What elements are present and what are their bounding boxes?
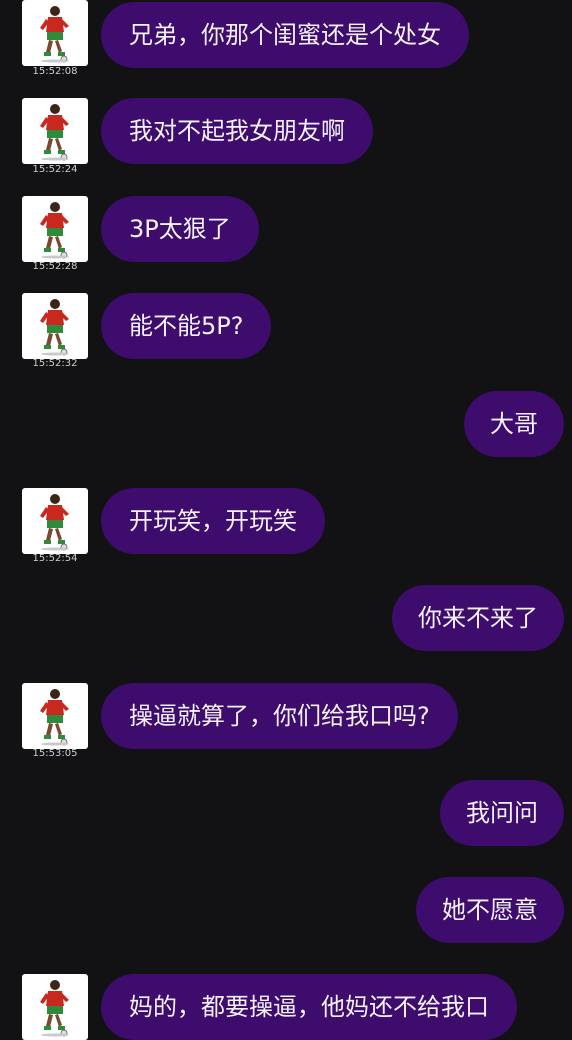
message-bubble[interactable]: 你来不来了 [392, 585, 564, 651]
message-bubble[interactable]: 大哥 [464, 391, 564, 457]
message-timestamp: 15:53:05 [32, 748, 78, 759]
soccer-player-icon [40, 980, 69, 1037]
avatar[interactable] [22, 0, 88, 66]
message-bubble[interactable]: 她不愿意 [416, 877, 564, 943]
avatar[interactable] [22, 196, 88, 262]
message-bubble[interactable]: 开玩笑，开玩笑 [101, 488, 325, 554]
message-bubble[interactable]: 能不能5P? [101, 293, 272, 359]
avatar[interactable] [22, 974, 88, 1040]
avatar[interactable] [22, 488, 88, 554]
avatar[interactable] [22, 98, 88, 164]
message-timestamp: 15:52:08 [32, 66, 78, 77]
avatar[interactable] [22, 293, 88, 359]
message-bubble[interactable]: 妈的，都要操逼，他妈还不给我口 [101, 974, 517, 1040]
soccer-player-icon [40, 104, 69, 161]
message-bubble[interactable]: 3P太狠了 [101, 196, 259, 262]
message-timestamp: 15:52:28 [32, 261, 78, 272]
soccer-player-icon [40, 202, 69, 259]
avatar[interactable] [22, 683, 88, 749]
soccer-player-icon [40, 6, 69, 63]
message-timestamp: 15:52:32 [32, 358, 78, 369]
chat-history[interactable]: 15:52:08 兄弟，你那个闺蜜还是个处女 15:52:24 我对不起我女朋友… [0, 0, 572, 1040]
message-bubble[interactable]: 我对不起我女朋友啊 [101, 98, 373, 164]
soccer-player-icon [40, 494, 69, 551]
message-bubble[interactable]: 我问问 [440, 780, 564, 846]
soccer-player-icon [40, 299, 69, 356]
message-bubble[interactable]: 操逼就算了，你们给我口吗? [101, 683, 458, 749]
message-timestamp: 15:52:24 [32, 164, 78, 175]
message-timestamp: 15:52:54 [32, 553, 78, 564]
message-bubble[interactable]: 兄弟，你那个闺蜜还是个处女 [101, 2, 469, 68]
soccer-player-icon [40, 689, 69, 746]
